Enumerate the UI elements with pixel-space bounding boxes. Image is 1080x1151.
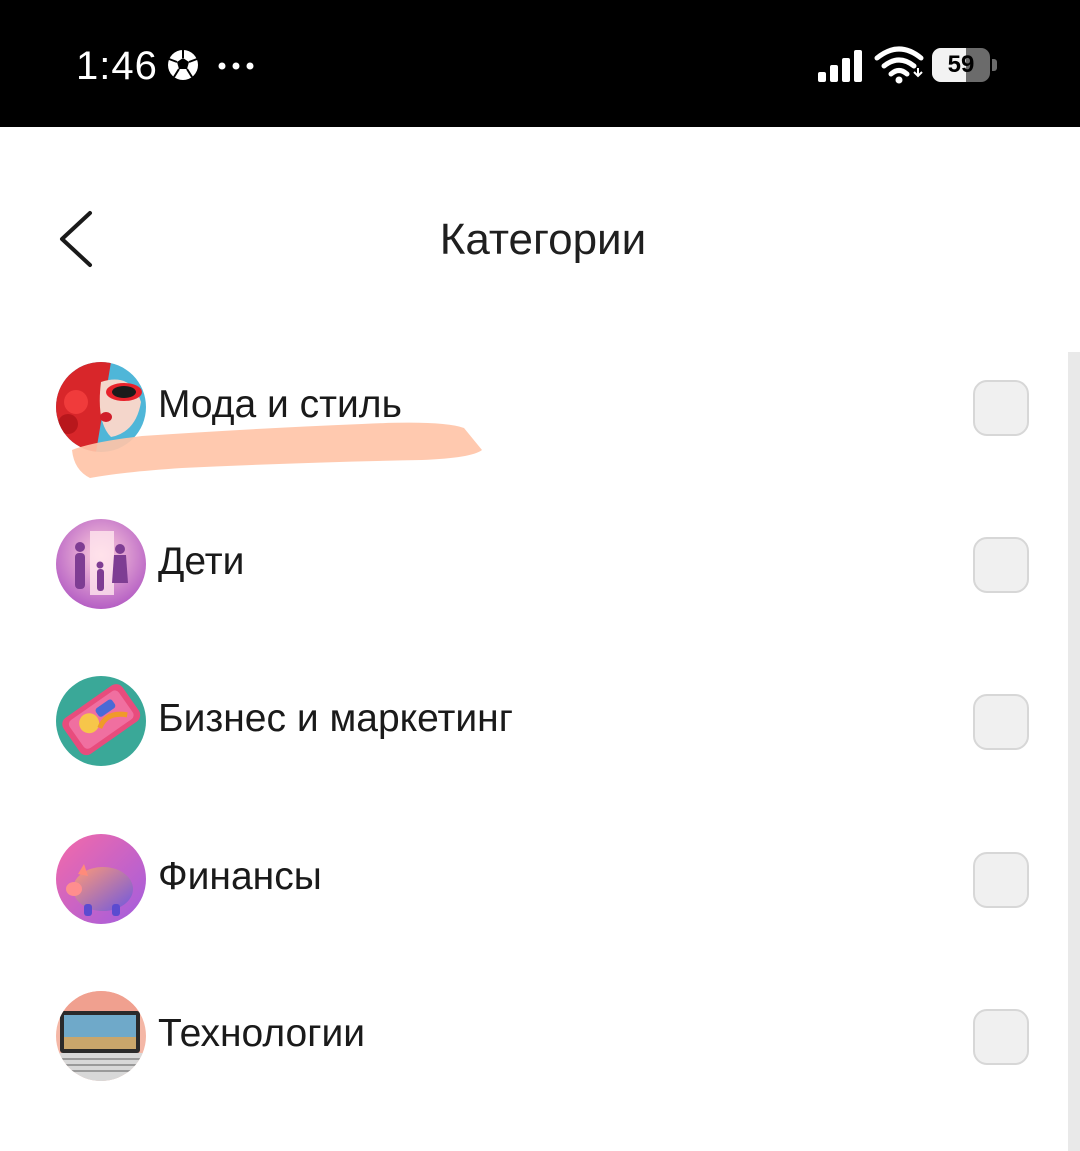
battery-icon: 59 — [932, 48, 997, 82]
cellular-signal-icon — [818, 50, 862, 82]
header: Категории — [0, 127, 1080, 327]
kids-avatar — [56, 519, 146, 609]
category-row-finance[interactable]: Финансы — [0, 801, 1060, 959]
category-row-tech[interactable]: Технологии — [0, 958, 1060, 1116]
category-label: Финансы — [158, 855, 322, 898]
soccer-ball-icon — [168, 50, 198, 80]
tech-avatar — [56, 991, 146, 1081]
category-checkbox-finance[interactable] — [973, 852, 1029, 908]
category-row-business[interactable]: Бизнес и маркетинг — [0, 643, 1060, 801]
category-row-kids[interactable]: Дети — [0, 486, 1060, 644]
status-bar: 1:46 59 — [0, 0, 1080, 127]
status-time: 1:46 — [76, 44, 158, 88]
page-title: Категории — [439, 215, 647, 264]
battery-body: 59 — [932, 48, 990, 82]
category-checkbox-fashion[interactable] — [973, 380, 1029, 436]
business-avatar — [56, 676, 146, 766]
scrollbar[interactable] — [1068, 352, 1080, 1151]
category-checkbox-tech[interactable] — [973, 1009, 1029, 1065]
category-label: Технологии — [158, 1012, 366, 1055]
battery-tip — [992, 59, 997, 71]
battery-level-text: 59 — [947, 51, 975, 78]
category-label: Дети — [158, 540, 245, 583]
highlight-scribble — [72, 422, 482, 478]
more-dots-icon — [218, 62, 254, 70]
category-label: Бизнес и маркетинг — [158, 697, 513, 740]
wifi-icon — [874, 46, 924, 84]
category-checkbox-business[interactable] — [973, 694, 1029, 750]
category-checkbox-kids[interactable] — [973, 537, 1029, 593]
finance-avatar — [56, 834, 146, 924]
